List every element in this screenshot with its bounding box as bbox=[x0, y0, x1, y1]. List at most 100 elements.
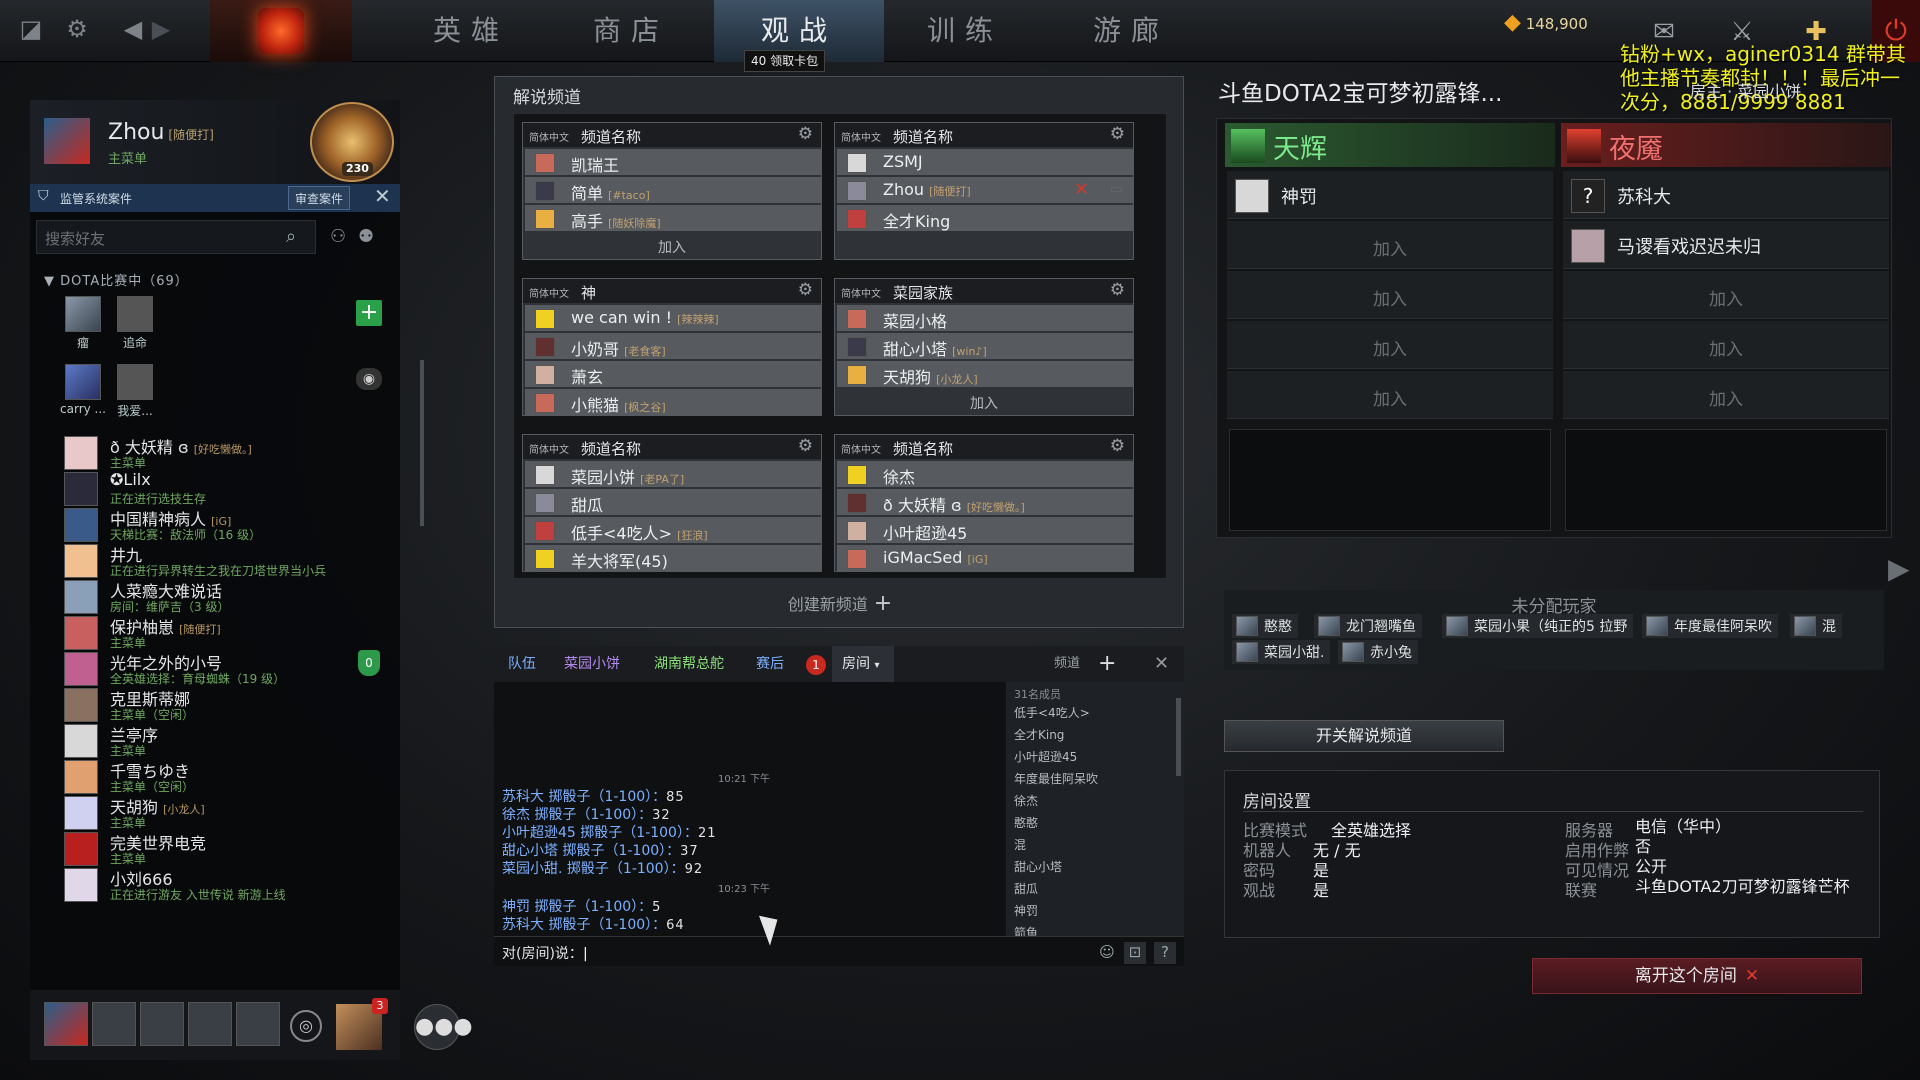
claim-packs-badge[interactable]: 40 领取卡包 bbox=[744, 50, 826, 72]
player-slot[interactable]: ? 苏科大 bbox=[1563, 171, 1889, 219]
channel-member[interactable]: 小叶超逊45 bbox=[837, 517, 1133, 543]
forward-arrow-icon[interactable]: ▶ bbox=[146, 14, 176, 44]
gear-icon[interactable]: ⚙ bbox=[1110, 436, 1125, 456]
add-plus-button[interactable]: + bbox=[356, 300, 382, 326]
gear-icon[interactable]: ⚙ bbox=[798, 124, 813, 144]
emoji-icon[interactable]: ☺ bbox=[1096, 942, 1118, 964]
headset-icon[interactable]: ◎ bbox=[290, 1010, 322, 1042]
ingame-friend[interactable]: carry ... bbox=[60, 364, 106, 416]
tab-team[interactable]: 队伍 bbox=[498, 646, 546, 682]
party-slot-empty[interactable] bbox=[236, 1002, 280, 1046]
camera-icon[interactable]: ▭ bbox=[1110, 181, 1123, 197]
channel-member[interactable]: ð 大妖精 ɞ [好吃懒做。] bbox=[837, 489, 1133, 515]
kick-x-icon[interactable]: ✕ bbox=[1074, 179, 1089, 200]
channel-member[interactable]: 高手 [随妖除魔] bbox=[525, 205, 821, 231]
close-icon[interactable]: ✕ bbox=[374, 184, 391, 208]
chat-input[interactable]: 对(房间)说：| bbox=[494, 936, 1184, 966]
player-slot[interactable]: 马谡看戏迟迟未归 bbox=[1563, 221, 1889, 269]
unassigned-player[interactable]: 憨憨 bbox=[1232, 614, 1298, 638]
unassigned-player[interactable]: 年度最佳阿呆吹 bbox=[1642, 614, 1778, 638]
chat-member[interactable]: 甜心小塔 bbox=[1014, 858, 1062, 875]
settings-gear-icon[interactable]: ⚙ bbox=[62, 14, 92, 44]
channel-member[interactable]: 甜瓜 bbox=[525, 489, 821, 515]
channel-member[interactable]: 全才King bbox=[837, 205, 1133, 231]
dota-logo-icon[interactable]: ◪ bbox=[16, 14, 46, 44]
channel-member[interactable]: 菜园小饼 [老PA了] bbox=[525, 461, 821, 487]
profile-avatar[interactable] bbox=[44, 118, 90, 164]
party-slot-empty[interactable] bbox=[92, 1002, 136, 1046]
chat-wheel-icon[interactable]: ⊡ bbox=[1124, 942, 1146, 964]
tab-caiyuan[interactable]: 菜园小饼 bbox=[554, 646, 630, 682]
channels-button[interactable]: 频道 bbox=[1044, 646, 1090, 682]
party-slot-empty[interactable] bbox=[140, 1002, 184, 1046]
unassigned-player[interactable]: 赤小兔 bbox=[1338, 640, 1418, 664]
unassigned-player[interactable]: 菜园小甜. bbox=[1232, 640, 1331, 664]
leave-lobby-button[interactable]: 离开这个房间 ✕ bbox=[1532, 958, 1862, 994]
toggle-caster-channel-button[interactable]: 开关解说频道 bbox=[1224, 720, 1504, 752]
channel-member[interactable]: 简单 [#taco] bbox=[525, 177, 821, 203]
search-icon[interactable]: ⌕ bbox=[286, 226, 296, 247]
tab-postgame[interactable]: 赛后 bbox=[746, 646, 794, 682]
unassigned-player[interactable]: 龙门翘嘴鱼 bbox=[1314, 614, 1422, 638]
player-slot[interactable]: 加入 bbox=[1563, 371, 1889, 419]
chat-people-icon[interactable]: ●●● bbox=[414, 1004, 473, 1050]
channel-join-button[interactable]: 加入 bbox=[835, 393, 1133, 413]
friends-scrollbar[interactable] bbox=[420, 360, 424, 526]
eye-watch-icon[interactable]: ◉ bbox=[356, 368, 382, 390]
nav-learn[interactable]: 训练 bbox=[880, 0, 1050, 62]
chat-member[interactable]: 小叶超逊45 bbox=[1014, 748, 1077, 765]
channel-member[interactable]: Zhou [随便打] ✕ ▭ bbox=[837, 177, 1133, 203]
nav-heroes[interactable]: 英雄 bbox=[386, 0, 556, 62]
channel-member[interactable]: ZSMJ bbox=[837, 149, 1133, 175]
add-friend-icon[interactable]: ⚇ bbox=[330, 226, 346, 247]
ingame-friend[interactable]: 我爱... bbox=[112, 364, 158, 419]
party-slot-self[interactable] bbox=[44, 1002, 88, 1046]
player-slot[interactable]: 神罚 bbox=[1227, 171, 1553, 219]
chat-member[interactable]: 年度最佳阿呆吹 bbox=[1014, 770, 1098, 787]
channel-member[interactable]: 小奶哥 [老食客] bbox=[525, 333, 821, 359]
radiant-header[interactable]: 天辉 bbox=[1225, 123, 1555, 167]
close-chat-icon[interactable]: ✕ bbox=[1144, 646, 1179, 682]
friends-group-icon[interactable]: ⚉ bbox=[358, 226, 374, 247]
party-slot-empty[interactable] bbox=[188, 1002, 232, 1046]
channel-member[interactable]: 天胡狗 [小龙人] bbox=[837, 361, 1133, 387]
nav-arcade[interactable]: 游廊 bbox=[1046, 0, 1216, 62]
chat-member[interactable]: 混 bbox=[1014, 836, 1026, 853]
nav-store[interactable]: 商店 bbox=[546, 0, 716, 62]
player-slot[interactable]: 加入 bbox=[1227, 221, 1553, 269]
chat-member[interactable]: 憨憨 bbox=[1014, 814, 1038, 831]
coach-slot[interactable] bbox=[1565, 429, 1887, 531]
chat-member[interactable]: 神罚 bbox=[1014, 902, 1038, 919]
player-slot[interactable]: 加入 bbox=[1227, 271, 1553, 319]
friend-row[interactable]: 小刘666 正在进行游友 入世传说 新游上线 bbox=[50, 864, 390, 908]
channel-member[interactable]: 羊大将军(45) bbox=[525, 545, 821, 571]
unassigned-player[interactable]: 菜园小果（纯正的5 拉野 bbox=[1442, 614, 1634, 638]
ingame-friend[interactable]: 瘤 bbox=[60, 296, 106, 351]
currency-display[interactable]: ◆ 148,900 bbox=[1504, 10, 1614, 50]
gear-icon[interactable]: ⚙ bbox=[798, 280, 813, 300]
channel-member[interactable]: we can win ! [辣辣辣] bbox=[525, 305, 821, 331]
channel-member[interactable]: 徐杰 bbox=[837, 461, 1133, 487]
create-channel-button[interactable]: 创建新频道 + bbox=[495, 591, 1185, 616]
chat-member[interactable]: 甜瓜 bbox=[1014, 880, 1038, 897]
player-slot[interactable]: 加入 bbox=[1227, 321, 1553, 369]
channel-member[interactable]: 凯瑞王 bbox=[525, 149, 821, 175]
gear-icon[interactable]: ⚙ bbox=[798, 436, 813, 456]
channel-member[interactable]: 小熊猫 [枫之谷] bbox=[525, 389, 821, 415]
help-icon[interactable]: ? bbox=[1154, 942, 1176, 964]
dota-home-button[interactable] bbox=[210, 0, 352, 62]
player-slot[interactable]: 加入 bbox=[1563, 321, 1889, 369]
channel-join-button[interactable]: 加入 bbox=[523, 237, 821, 257]
tab-hunan[interactable]: 湖南帮总舵 bbox=[644, 646, 734, 682]
review-case-button[interactable]: 审查案件 bbox=[288, 186, 351, 210]
gear-icon[interactable]: ⚙ bbox=[1110, 124, 1125, 144]
player-slot[interactable]: 加入 bbox=[1563, 271, 1889, 319]
tab-lobby[interactable]: 房间 ▾ bbox=[832, 646, 894, 682]
add-channel-plus-icon[interactable]: + bbox=[1088, 646, 1126, 682]
player-slot[interactable]: 加入 bbox=[1227, 371, 1553, 419]
chat-member[interactable]: 全才King bbox=[1014, 726, 1064, 743]
channel-member[interactable]: 甜心小塔 [win♪] bbox=[837, 333, 1133, 359]
coach-slot[interactable] bbox=[1229, 429, 1551, 531]
dire-header[interactable]: 夜魇 bbox=[1561, 123, 1891, 167]
next-arrow-icon[interactable]: ▶ bbox=[1888, 552, 1910, 585]
